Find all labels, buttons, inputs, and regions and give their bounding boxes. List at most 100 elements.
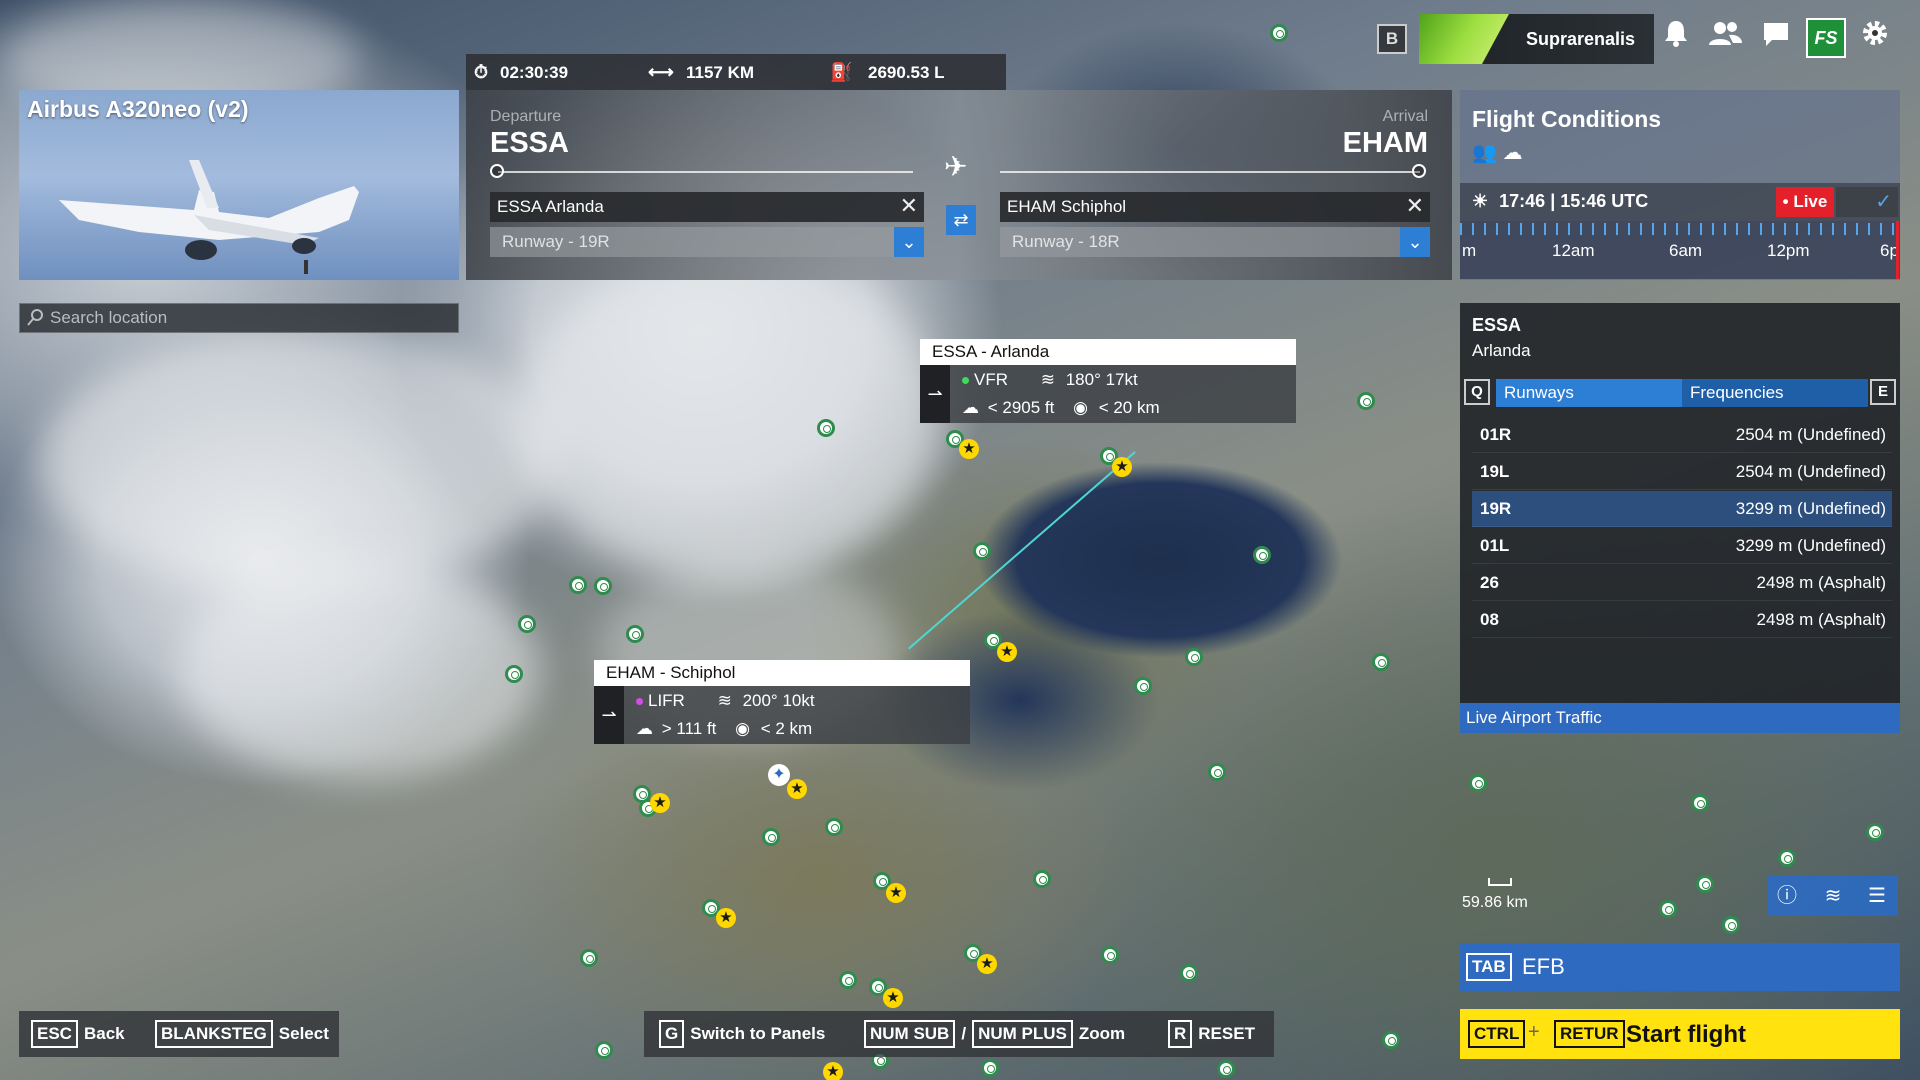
airport-marker[interactable] bbox=[973, 542, 991, 560]
aircraft-card[interactable]: Airbus A320neo (v2) bbox=[19, 90, 459, 280]
airport-marker[interactable] bbox=[594, 577, 612, 595]
runway-row[interactable]: 26 2498 m (Asphalt) bbox=[1472, 565, 1892, 601]
airport-marker[interactable] bbox=[1270, 24, 1288, 42]
airport-marker[interactable] bbox=[1469, 774, 1487, 792]
airport-marker[interactable] bbox=[1691, 794, 1709, 812]
search-input[interactable] bbox=[50, 304, 450, 332]
search-box[interactable] bbox=[19, 303, 459, 333]
airport-marker[interactable] bbox=[1372, 653, 1390, 671]
time-slider[interactable]: m 12am 6am 12pm 6p bbox=[1460, 221, 1900, 279]
runway-row[interactable]: 01L 3299 m (Undefined) bbox=[1472, 528, 1892, 564]
airport-marker[interactable] bbox=[1134, 677, 1152, 695]
live-button[interactable]: • Live bbox=[1776, 187, 1834, 217]
airport-marker[interactable] bbox=[1722, 916, 1740, 934]
airport-marker[interactable] bbox=[1357, 392, 1375, 410]
runway-row[interactable]: 19L 2504 m (Undefined) bbox=[1472, 454, 1892, 490]
airport-marker[interactable] bbox=[825, 818, 843, 836]
airport-marker[interactable] bbox=[1778, 849, 1796, 867]
runway-row[interactable]: 08 2498 m (Asphalt) bbox=[1472, 602, 1892, 638]
time-of-day-row[interactable]: ☀ 17:46 | 15:46 UTC bbox=[1460, 183, 1900, 221]
map-scale: 59.86 km bbox=[1462, 894, 1528, 911]
airport-marker[interactable] bbox=[518, 615, 536, 633]
switch-to-panels-button[interactable]: G Switch to Panels bbox=[659, 1020, 825, 1048]
clear-departure-icon[interactable]: ✕ bbox=[900, 192, 918, 220]
swap-route-button[interactable]: ⇄ bbox=[946, 205, 976, 235]
runway-row[interactable]: 01R 2504 m (Undefined) bbox=[1472, 417, 1892, 453]
timeline-ticks bbox=[1460, 223, 1900, 235]
clear-arrival-icon[interactable]: ✕ bbox=[1406, 192, 1424, 220]
favorite-airport-star[interactable]: ★ bbox=[650, 793, 670, 813]
airport-marker[interactable] bbox=[626, 625, 644, 643]
b-key-hint[interactable]: B bbox=[1377, 24, 1407, 54]
tab-runways[interactable]: Runways ✓ bbox=[1496, 379, 1712, 407]
friends-icon[interactable] bbox=[1705, 18, 1745, 58]
return-key: RETUR bbox=[1554, 1020, 1625, 1048]
fuel-icon: ⛽ bbox=[830, 62, 853, 82]
chevron-down-icon[interactable]: ⌄ bbox=[894, 227, 924, 257]
airport-marker[interactable] bbox=[505, 665, 523, 683]
reset-label: RESET bbox=[1198, 1024, 1255, 1043]
chat-icon[interactable] bbox=[1756, 18, 1796, 58]
favorite-airport-star[interactable]: ★ bbox=[787, 779, 807, 799]
favorite-airport-star[interactable]: ★ bbox=[883, 988, 903, 1008]
airport-marker[interactable] bbox=[1382, 1031, 1400, 1049]
airport-marker[interactable] bbox=[1253, 546, 1271, 564]
reset-button[interactable]: R RESET bbox=[1168, 1020, 1255, 1048]
chevron-down-icon[interactable]: ⌄ bbox=[1400, 227, 1430, 257]
live-airport-traffic-button[interactable]: Live Airport Traffic bbox=[1460, 703, 1900, 733]
airport-marker[interactable] bbox=[1033, 870, 1051, 888]
airport-marker[interactable] bbox=[762, 828, 780, 846]
timeline-cursor[interactable] bbox=[1896, 221, 1899, 279]
arrival-airport-name: EHAM Schiphol bbox=[1007, 197, 1127, 216]
tab-frequencies[interactable]: Frequencies bbox=[1682, 379, 1868, 407]
runway-row-selected[interactable]: 19R 3299 m (Undefined) bbox=[1472, 491, 1892, 527]
airport-marker[interactable] bbox=[1217, 1060, 1235, 1078]
gear-icon[interactable] bbox=[1855, 18, 1895, 58]
favorite-airport-star[interactable]: ★ bbox=[823, 1062, 843, 1080]
airport-marker[interactable] bbox=[580, 949, 598, 967]
airport-marker[interactable] bbox=[1208, 763, 1226, 781]
eham-airport-popup[interactable]: EHAM - Schiphol ⇀ LIFR ≋ 200° 10kt ☁ > 1… bbox=[594, 660, 970, 744]
live-checkmark-icon[interactable]: ✓ bbox=[1836, 187, 1898, 217]
arrival-airport-field[interactable]: EHAM Schiphol ✕ bbox=[1000, 192, 1430, 222]
user-profile[interactable]: Suprarenalis bbox=[1419, 14, 1654, 64]
info-icon[interactable]: ⓘ bbox=[1772, 881, 1802, 911]
favorite-airport-star[interactable]: ★ bbox=[1112, 457, 1132, 477]
tab-left-key[interactable]: Q bbox=[1464, 379, 1490, 405]
bell-icon[interactable] bbox=[1656, 18, 1696, 58]
back-button[interactable]: ESC Back bbox=[31, 1020, 125, 1048]
favorite-airport-star[interactable]: ★ bbox=[959, 439, 979, 459]
duration-stat: ⏱ 02:30:39 bbox=[474, 62, 568, 83]
sun-icon: ☀ bbox=[1472, 191, 1489, 211]
zoom-controls[interactable]: NUM SUB / NUM PLUS Zoom bbox=[864, 1020, 1125, 1048]
favorite-airport-star[interactable]: ★ bbox=[997, 642, 1017, 662]
favorite-airport-star[interactable]: ★ bbox=[886, 883, 906, 903]
airport-marker[interactable] bbox=[1101, 946, 1119, 964]
switch-label: Switch to Panels bbox=[690, 1024, 826, 1043]
airport-marker[interactable] bbox=[1659, 900, 1677, 918]
airport-marker[interactable] bbox=[1696, 875, 1714, 893]
departure-airport-field[interactable]: ESSA Arlanda ✕ bbox=[490, 192, 924, 222]
essa-airport-popup[interactable]: ESSA - Arlanda ⇀ VFR ≋ 180° 17kt ☁ < 290… bbox=[920, 339, 1296, 423]
airport-marker[interactable] bbox=[569, 576, 587, 594]
start-flight-button[interactable]: CTRL + RETUR Start flight bbox=[1460, 1009, 1900, 1059]
select-button[interactable]: BLANKSTEG Select bbox=[155, 1020, 329, 1048]
filter-icon[interactable]: ☰ bbox=[1862, 881, 1892, 911]
favorite-airport-star[interactable]: ★ bbox=[977, 954, 997, 974]
airport-marker[interactable] bbox=[981, 1059, 999, 1077]
airport-marker[interactable] bbox=[595, 1041, 613, 1059]
airport-marker[interactable] bbox=[1866, 823, 1884, 841]
airport-marker[interactable] bbox=[817, 419, 835, 437]
airport-marker[interactable] bbox=[1185, 648, 1203, 666]
arrival-runway-select[interactable]: Runway - 18R ⌄ bbox=[1000, 227, 1430, 257]
shop-icon[interactable]: FS bbox=[1806, 18, 1846, 58]
departure-runway-select[interactable]: Runway - 19R ⌄ bbox=[490, 227, 924, 257]
tab-right-key[interactable]: E bbox=[1870, 379, 1896, 405]
runway-id: 01L bbox=[1480, 536, 1510, 555]
airport-marker[interactable] bbox=[839, 971, 857, 989]
airport-name: Arlanda bbox=[1472, 341, 1531, 360]
favorite-airport-star[interactable]: ★ bbox=[716, 908, 736, 928]
layers-icon[interactable]: ≋ bbox=[1818, 881, 1848, 911]
airport-marker[interactable] bbox=[1180, 964, 1198, 982]
efb-button[interactable]: TAB EFB bbox=[1460, 943, 1900, 991]
